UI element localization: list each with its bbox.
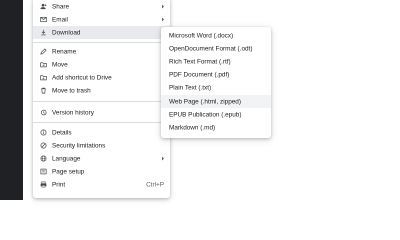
keyboard-shortcut: Ctrl+P	[146, 181, 164, 188]
trash-icon	[39, 87, 47, 95]
left-dark-panel	[0, 0, 23, 200]
submenu-item-label: PDF Document (.pdf)	[169, 71, 230, 78]
file-menu: Share Email Download Rename Move Add sho…	[33, 0, 170, 198]
chevron-right-icon	[160, 4, 165, 9]
download-option-docx[interactable]: Microsoft Word (.docx)	[161, 29, 271, 42]
menu-item-page-setup[interactable]: Page setup	[33, 165, 170, 178]
submenu-item-label: Markdown (.md)	[169, 124, 216, 131]
menu-item-label: Details	[52, 129, 72, 136]
submenu-item-label: OpenDocument Format (.odt)	[169, 45, 253, 52]
menu-divider	[33, 101, 170, 102]
folder-move-icon	[39, 61, 47, 69]
person-add-icon	[39, 3, 47, 11]
menu-item-add-shortcut[interactable]: Add shortcut to Drive	[33, 71, 170, 84]
menu-item-label: Email	[52, 16, 68, 23]
menu-item-version-history[interactable]: Version history	[33, 106, 170, 119]
submenu-item-label: EPUB Publication (.epub)	[169, 111, 242, 118]
download-submenu: Microsoft Word (.docx) OpenDocument Form…	[161, 27, 271, 138]
download-option-md[interactable]: Markdown (.md)	[161, 121, 271, 134]
menu-item-label: Version history	[52, 109, 94, 116]
download-option-epub[interactable]: EPUB Publication (.epub)	[161, 108, 271, 121]
download-option-pdf[interactable]: PDF Document (.pdf)	[161, 68, 271, 81]
download-option-html[interactable]: Web Page (.html, zipped)	[161, 95, 271, 108]
menu-item-label: Add shortcut to Drive	[52, 74, 112, 81]
menu-item-share[interactable]: Share	[33, 0, 170, 13]
menu-item-download[interactable]: Download	[33, 26, 170, 39]
chevron-right-icon	[160, 17, 165, 22]
menu-item-label: Download	[52, 29, 81, 36]
menu-item-security-limitations[interactable]: Security limitations	[33, 139, 170, 152]
email-icon	[39, 16, 47, 24]
menu-item-label: Move to trash	[52, 87, 91, 94]
menu-item-email[interactable]: Email	[33, 13, 170, 26]
submenu-item-label: Microsoft Word (.docx)	[169, 32, 234, 39]
menu-divider	[33, 42, 170, 43]
menu-item-label: Move	[52, 61, 68, 68]
menu-item-details[interactable]: Details	[33, 126, 170, 139]
submenu-item-label: Web Page (.html, zipped)	[169, 98, 241, 105]
menu-item-label: Page setup	[52, 168, 85, 175]
download-option-odt[interactable]: OpenDocument Format (.odt)	[161, 42, 271, 55]
download-option-txt[interactable]: Plain Text (.txt)	[161, 81, 271, 94]
download-icon	[39, 29, 47, 37]
menu-item-label: Print	[52, 181, 66, 188]
print-icon	[39, 181, 47, 189]
download-option-rtf[interactable]: Rich Text Format (.rtf)	[161, 55, 271, 68]
menu-item-label: Rename	[52, 48, 77, 55]
submenu-item-label: Rich Text Format (.rtf)	[169, 58, 231, 65]
menu-divider	[33, 122, 170, 123]
menu-item-language[interactable]: Language	[33, 152, 170, 165]
menu-item-rename[interactable]: Rename	[33, 45, 170, 58]
page-setup-icon	[39, 168, 47, 176]
security-icon	[39, 142, 47, 150]
drive-shortcut-icon	[39, 74, 47, 82]
globe-icon	[39, 155, 47, 163]
submenu-item-label: Plain Text (.txt)	[169, 84, 212, 91]
menu-item-label: Share	[52, 3, 70, 10]
menu-item-label: Language	[52, 155, 81, 162]
info-icon	[39, 129, 47, 137]
menu-item-move-to-trash[interactable]: Move to trash	[33, 84, 170, 97]
menu-item-move[interactable]: Move	[33, 58, 170, 71]
menu-item-print[interactable]: Print Ctrl+P	[33, 178, 170, 191]
pencil-icon	[39, 48, 47, 56]
menu-item-label: Security limitations	[52, 142, 106, 149]
chevron-right-icon	[160, 156, 165, 161]
history-icon	[39, 109, 47, 117]
